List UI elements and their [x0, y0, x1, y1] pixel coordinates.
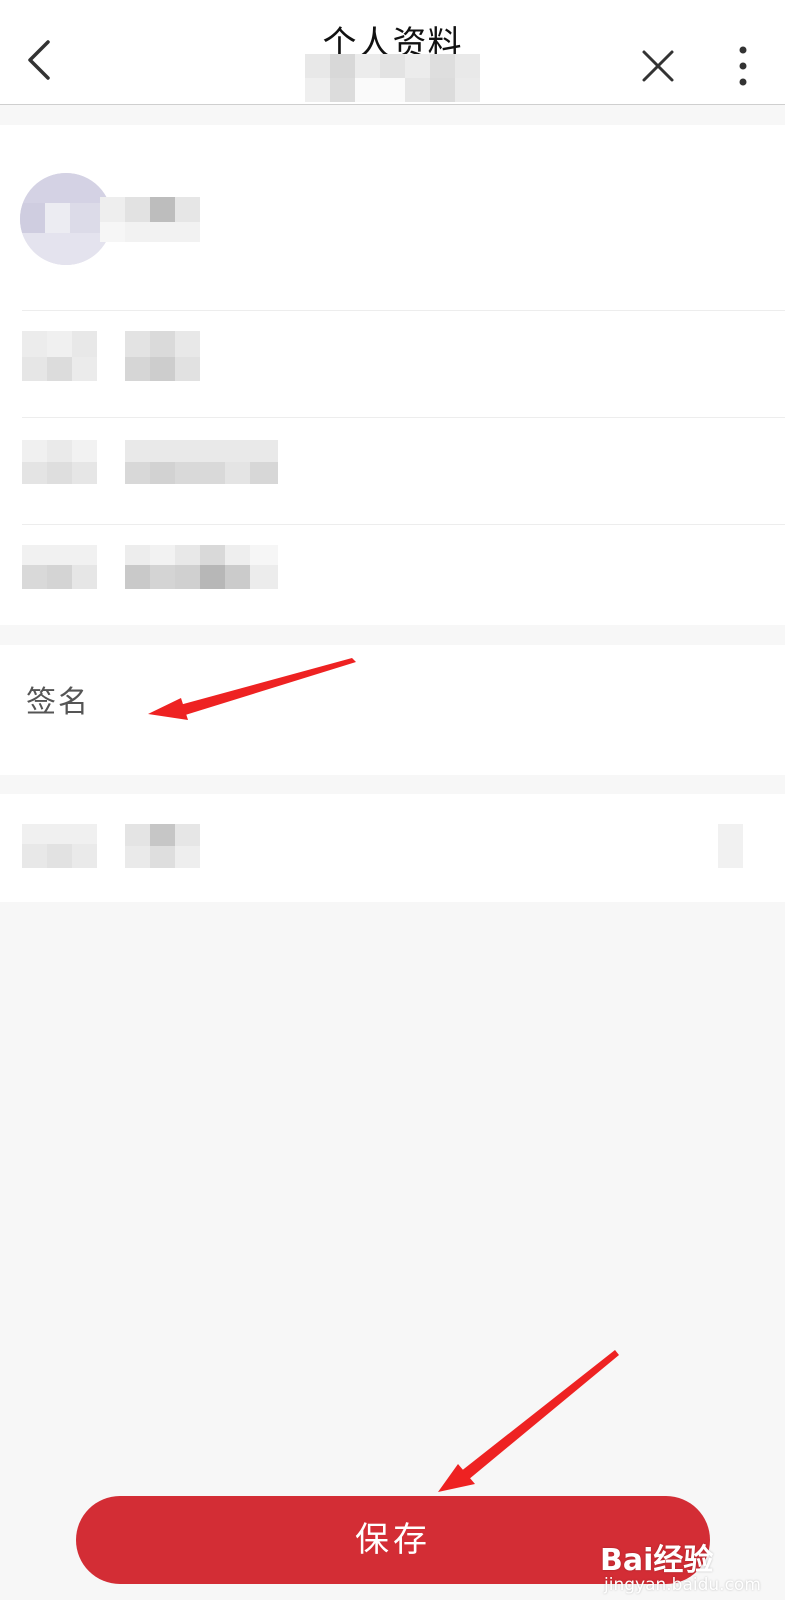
profile-field-row[interactable]: [0, 311, 785, 417]
avatar-row[interactable]: [0, 125, 785, 305]
watermark-url: jingyan.baidu.com: [604, 1575, 761, 1595]
chevron-right-icon: [718, 824, 743, 868]
field-value-obscured: [125, 824, 150, 846]
close-button[interactable]: [638, 46, 678, 86]
field-label-obscured: [22, 440, 47, 462]
signature-row[interactable]: 签名: [0, 645, 785, 775]
signature-label: 签名: [26, 685, 90, 720]
watermark-brand: Bai经验: [600, 1543, 714, 1578]
profile-card: [0, 125, 785, 625]
field-value-obscured: [125, 440, 278, 462]
field-label-obscured: [22, 824, 97, 844]
nickname-obscured: [100, 197, 125, 222]
more-vertical-icon: [739, 46, 747, 86]
avatar[interactable]: [20, 173, 112, 265]
profile-field-row[interactable]: [0, 525, 785, 631]
field-label-obscured: [22, 545, 97, 565]
extra-field-row[interactable]: [0, 794, 785, 902]
field-value-obscured: [125, 545, 150, 565]
field-label-obscured: [22, 331, 47, 357]
close-icon: [642, 50, 674, 82]
more-options-button[interactable]: [730, 44, 756, 88]
top-navigation-bar: 个人资料: [0, 0, 785, 105]
arrow-icon: [438, 1350, 619, 1492]
subtitle-obscured: [305, 54, 485, 102]
field-value-obscured: [125, 331, 150, 357]
profile-field-row[interactable]: [0, 418, 785, 524]
watermark-logo: Bai经验 jingyan.baidu.com: [600, 1535, 770, 1600]
